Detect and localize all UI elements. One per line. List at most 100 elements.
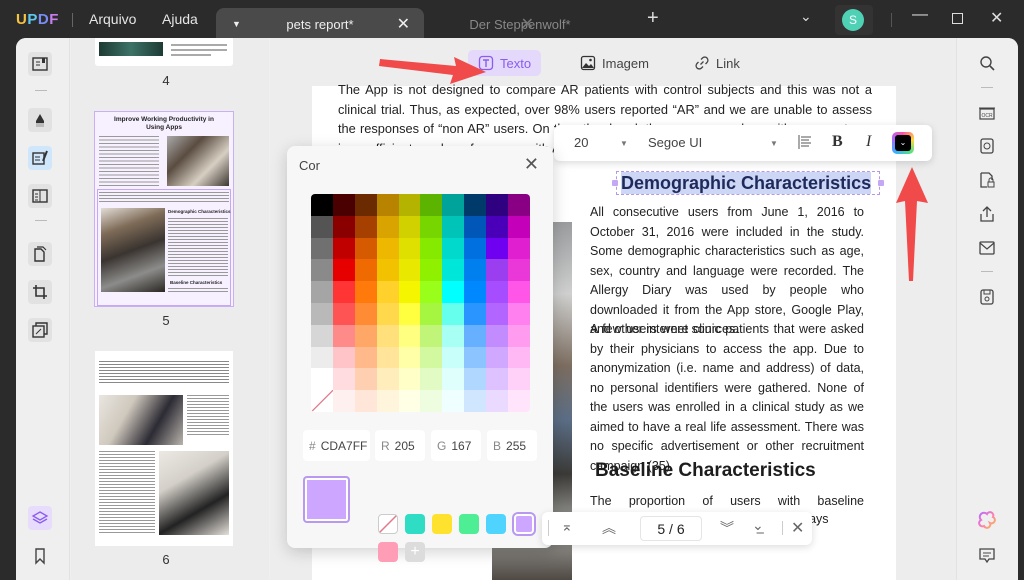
color-cell[interactable] bbox=[311, 302, 333, 325]
color-cell[interactable] bbox=[376, 194, 399, 216]
link-tool-button[interactable]: Link bbox=[684, 50, 750, 76]
highlighter-comment-icon[interactable] bbox=[28, 108, 52, 132]
color-cell[interactable] bbox=[398, 259, 421, 282]
color-cell[interactable] bbox=[486, 237, 509, 260]
color-cell[interactable] bbox=[398, 346, 421, 369]
color-cell[interactable] bbox=[311, 194, 333, 216]
color-cell[interactable] bbox=[442, 390, 465, 412]
color-cell[interactable] bbox=[311, 346, 333, 369]
color-cell[interactable] bbox=[332, 368, 355, 391]
bookmark-icon[interactable] bbox=[28, 544, 52, 568]
color-cell[interactable] bbox=[464, 194, 487, 216]
color-cell[interactable] bbox=[464, 281, 487, 303]
color-cell[interactable] bbox=[376, 215, 399, 238]
color-cell[interactable] bbox=[420, 346, 443, 369]
tab-pets-report[interactable]: ▼ pets report* ✕ bbox=[216, 8, 424, 40]
save-icon[interactable] bbox=[976, 286, 998, 308]
color-cell[interactable] bbox=[442, 368, 465, 391]
color-cell[interactable] bbox=[332, 281, 355, 303]
color-cell[interactable] bbox=[508, 302, 530, 325]
color-cell[interactable] bbox=[354, 390, 377, 412]
email-icon[interactable] bbox=[976, 237, 998, 259]
color-cell[interactable] bbox=[376, 259, 399, 282]
color-cell[interactable] bbox=[376, 346, 399, 369]
color-cell[interactable] bbox=[398, 368, 421, 391]
menu-arquivo[interactable]: Arquivo bbox=[89, 11, 136, 27]
color-cell[interactable] bbox=[354, 368, 377, 391]
align-icon[interactable] bbox=[798, 134, 812, 153]
color-cell[interactable] bbox=[332, 324, 355, 347]
edit-pdf-icon[interactable] bbox=[28, 146, 52, 170]
demographic-heading[interactable]: Demographic Characteristics bbox=[621, 172, 872, 194]
color-cell[interactable] bbox=[486, 302, 509, 325]
color-swatch[interactable] bbox=[486, 514, 506, 534]
color-cell[interactable] bbox=[442, 215, 465, 238]
color-cell[interactable] bbox=[398, 324, 421, 347]
color-cell[interactable] bbox=[311, 368, 333, 391]
color-cell[interactable] bbox=[354, 194, 377, 216]
color-cell[interactable] bbox=[332, 194, 355, 216]
tabs-chevron-down-icon[interactable]: ⌄ bbox=[800, 8, 812, 25]
color-cell[interactable] bbox=[486, 194, 509, 216]
resize-handle-right[interactable] bbox=[878, 180, 884, 186]
color-cell[interactable] bbox=[376, 390, 399, 412]
color-cell[interactable] bbox=[354, 259, 377, 282]
color-cell[interactable] bbox=[376, 237, 399, 260]
reader-mode-icon[interactable] bbox=[28, 52, 52, 76]
ai-assistant-icon[interactable] bbox=[976, 509, 998, 531]
color-cell[interactable] bbox=[508, 215, 530, 238]
font-size-value[interactable]: 20 bbox=[574, 135, 588, 150]
color-cell[interactable] bbox=[464, 259, 487, 282]
thumbnail-page-6[interactable] bbox=[95, 351, 233, 546]
no-color-swatch[interactable] bbox=[378, 514, 398, 534]
share-icon[interactable] bbox=[976, 203, 998, 225]
color-cell[interactable] bbox=[398, 390, 421, 412]
font-family-dropdown-icon[interactable]: ▼ bbox=[770, 139, 778, 148]
hex-input[interactable]: # CDA7FF bbox=[303, 430, 370, 461]
color-cell[interactable] bbox=[464, 324, 487, 347]
color-cell[interactable] bbox=[420, 237, 443, 260]
image-tool-button[interactable]: Imagem bbox=[570, 50, 659, 76]
color-cell[interactable] bbox=[508, 324, 530, 347]
color-cell[interactable] bbox=[508, 368, 530, 391]
color-cell[interactable] bbox=[376, 281, 399, 303]
previous-page-icon[interactable]: ︽ bbox=[602, 518, 616, 538]
text-color-button[interactable]: ⌄ bbox=[892, 132, 914, 154]
no-color-cell[interactable] bbox=[311, 390, 333, 412]
maximize-icon[interactable] bbox=[952, 13, 963, 24]
paragraph-2[interactable]: A few users were clinic patients that we… bbox=[590, 320, 864, 476]
color-cell[interactable] bbox=[420, 215, 443, 238]
user-avatar[interactable]: S bbox=[842, 9, 864, 31]
color-palette-grid[interactable] bbox=[311, 194, 530, 412]
color-cell[interactable] bbox=[354, 215, 377, 238]
protect-icon[interactable] bbox=[976, 169, 998, 191]
color-cell[interactable] bbox=[464, 237, 487, 260]
color-cell[interactable] bbox=[332, 346, 355, 369]
add-color-icon[interactable]: + bbox=[405, 542, 425, 562]
color-cell[interactable] bbox=[332, 215, 355, 238]
color-cell[interactable] bbox=[332, 302, 355, 325]
paragraph-3[interactable]: The proportion of users with baseline bbox=[590, 492, 864, 512]
color-cell[interactable] bbox=[420, 324, 443, 347]
color-swatch[interactable] bbox=[514, 514, 534, 534]
color-cell[interactable] bbox=[464, 390, 487, 412]
color-cell[interactable] bbox=[508, 346, 530, 369]
color-cell[interactable] bbox=[442, 324, 465, 347]
color-cell[interactable] bbox=[508, 281, 530, 303]
color-cell[interactable] bbox=[486, 346, 509, 369]
blue-input[interactable]: B 255 bbox=[487, 430, 537, 461]
last-page-icon[interactable]: ⌄̲ bbox=[752, 517, 764, 534]
color-cell[interactable] bbox=[354, 237, 377, 260]
close-pager-icon[interactable]: ✕ bbox=[791, 518, 804, 538]
close-icon[interactable]: ✕ bbox=[524, 154, 539, 175]
color-cell[interactable] bbox=[354, 281, 377, 303]
color-cell[interactable] bbox=[442, 237, 465, 260]
italic-button[interactable]: I bbox=[866, 133, 871, 151]
color-cell[interactable] bbox=[398, 302, 421, 325]
color-cell[interactable] bbox=[311, 259, 333, 282]
color-cell[interactable] bbox=[354, 302, 377, 325]
color-cell[interactable] bbox=[486, 259, 509, 282]
color-cell[interactable] bbox=[442, 281, 465, 303]
color-cell[interactable] bbox=[442, 346, 465, 369]
selected-text-box[interactable]: Demographic Characteristics bbox=[612, 171, 884, 195]
